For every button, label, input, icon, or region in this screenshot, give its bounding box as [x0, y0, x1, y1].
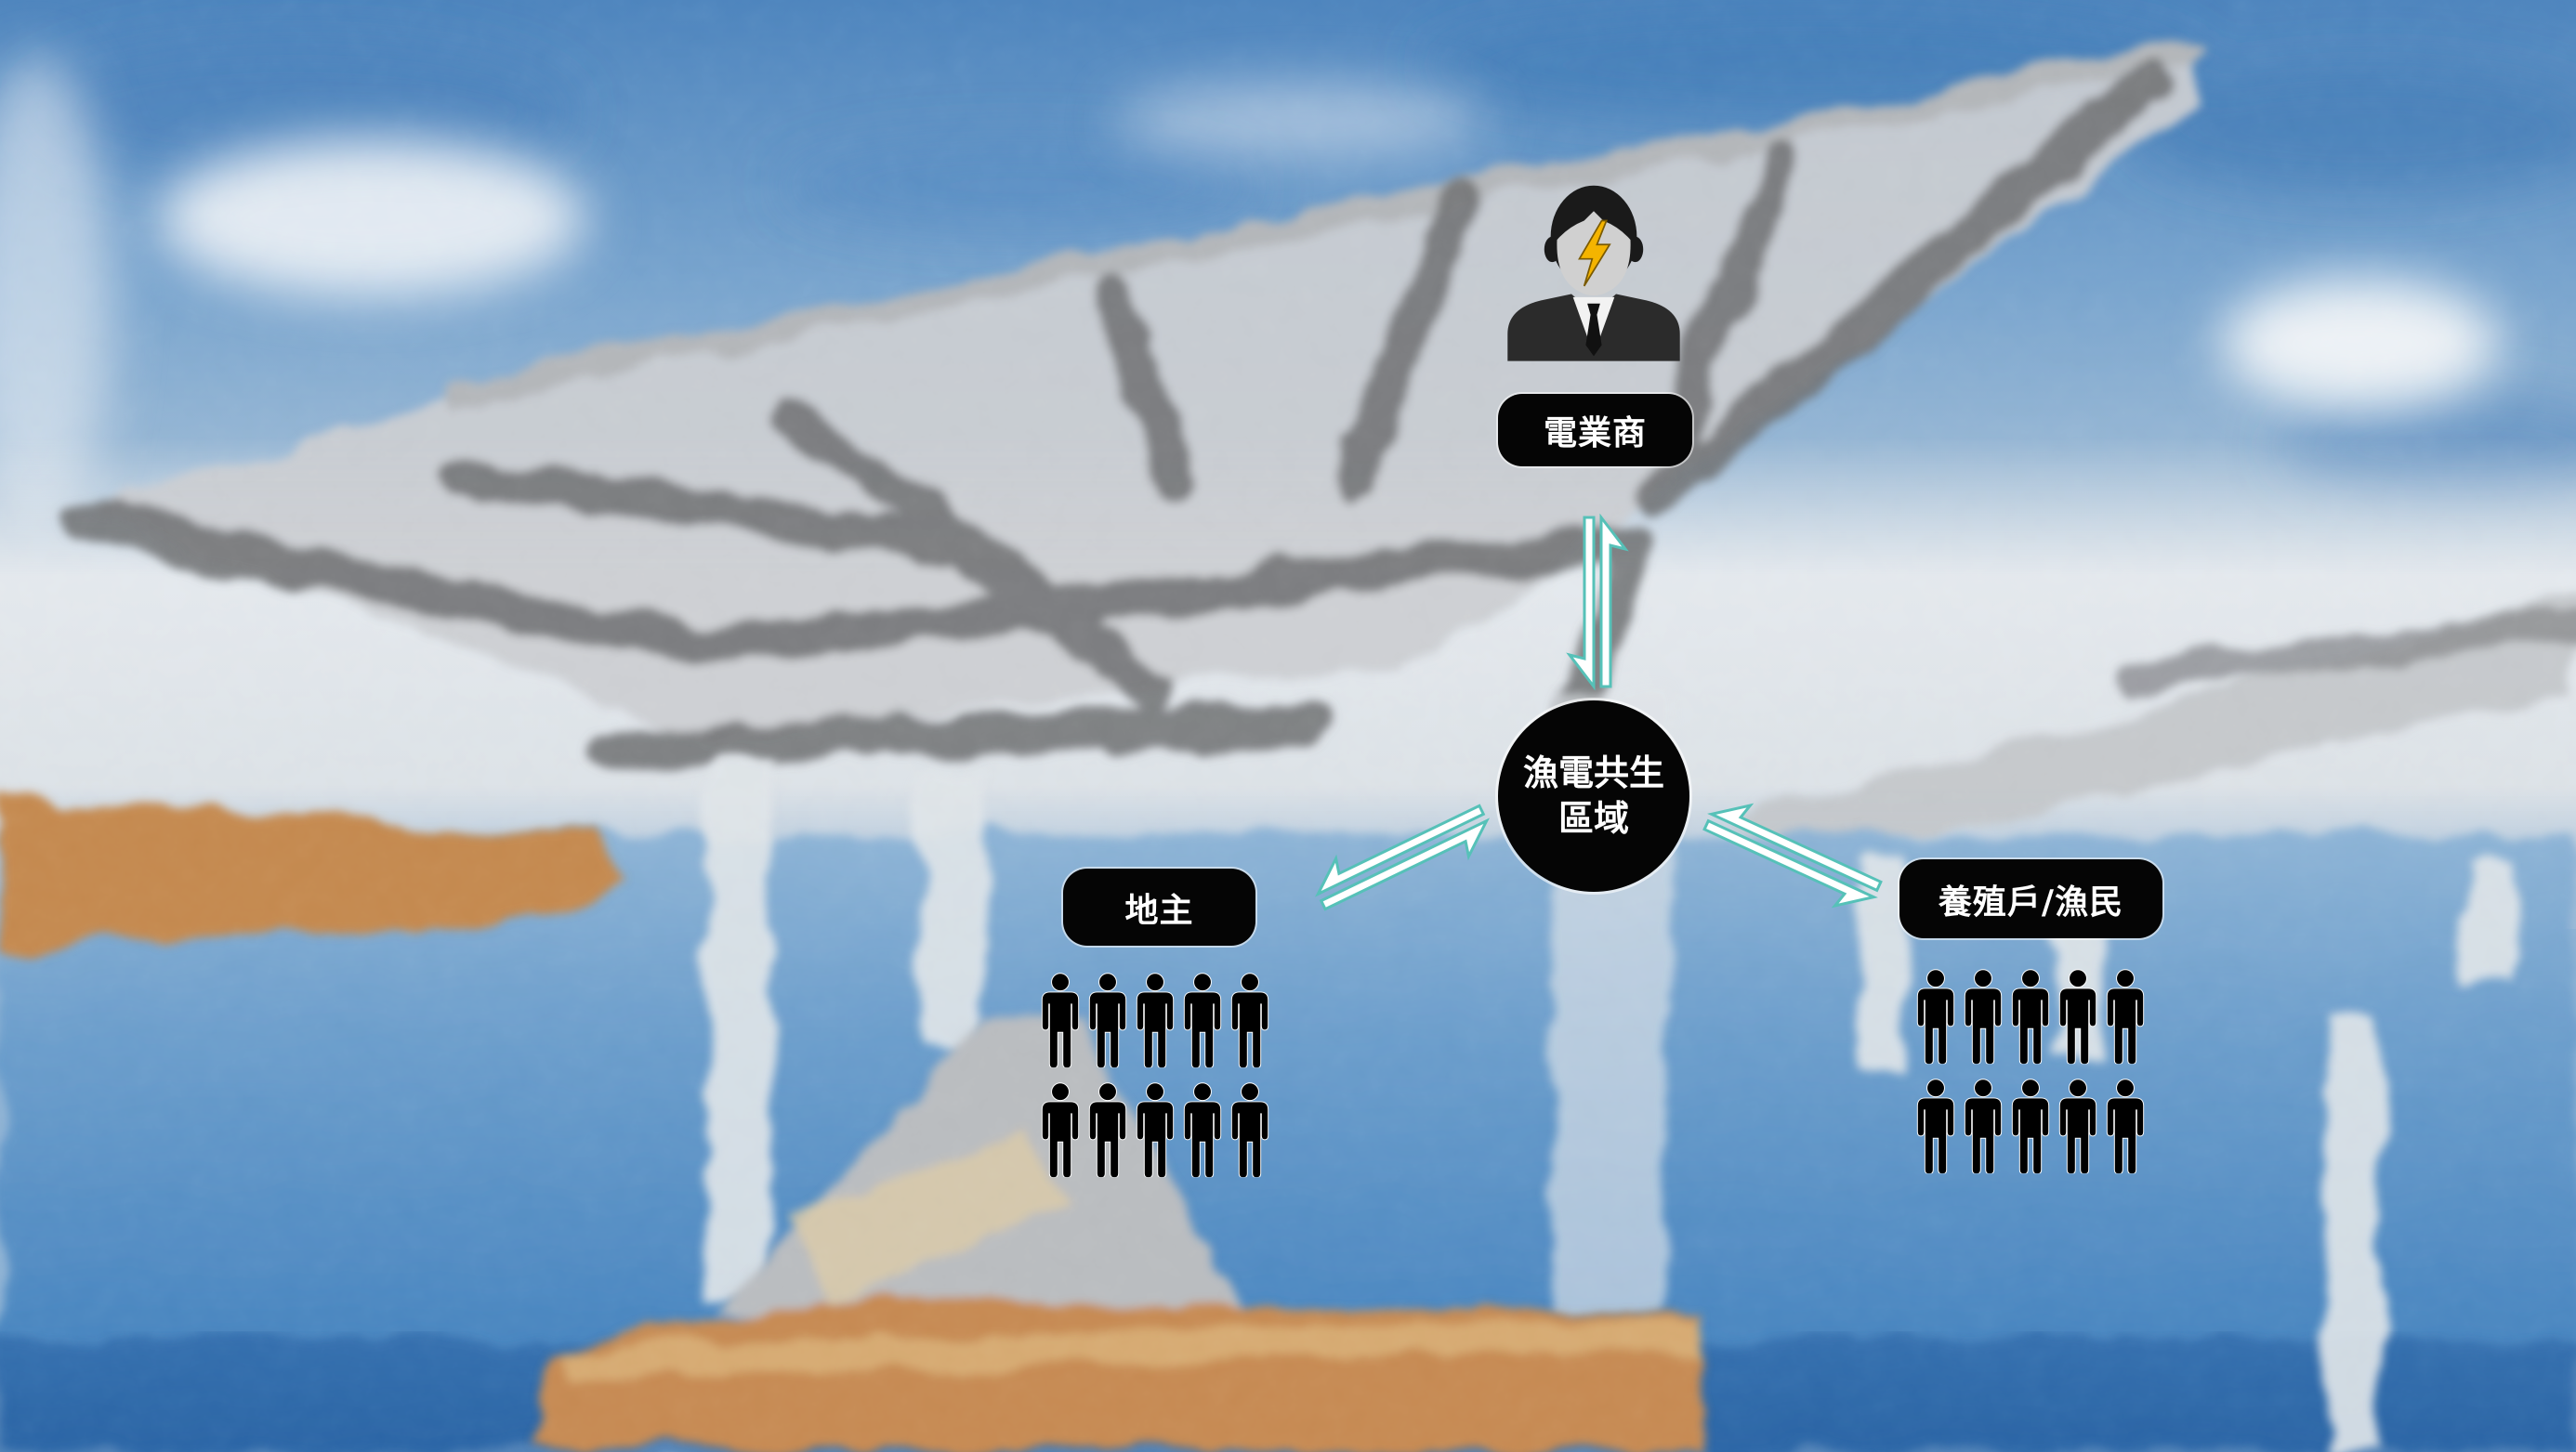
person-icon — [1228, 1081, 1272, 1178]
person-icon — [1133, 972, 1177, 1068]
person-icon — [1038, 1081, 1083, 1178]
person-icon — [1913, 968, 1958, 1065]
fish-farmer-label: 養殖戶/漁民 — [1899, 859, 2162, 938]
businessman-lightning-icon — [1507, 185, 1680, 361]
diagram-stage: 電業商 漁電共生 區域 地主 養殖戶/漁民 — [0, 0, 2576, 1452]
fish-farmer-people-group — [1913, 968, 2148, 1174]
person-icon — [2008, 968, 2053, 1065]
hub-label-line-1: 漁電共生 — [1522, 752, 1664, 793]
person-icon — [1038, 972, 1083, 1068]
background-painting — [0, 0, 2576, 1452]
person-icon — [1913, 1078, 1958, 1174]
person-icon — [1180, 1081, 1225, 1178]
landowner-people-group — [1038, 972, 1272, 1178]
person-icon — [2103, 1078, 2148, 1174]
person-icon — [1961, 968, 2005, 1065]
person-icon — [2008, 1078, 2053, 1174]
hub-label-line-2: 區域 — [1557, 798, 1629, 839]
person-icon — [2056, 1078, 2100, 1174]
person-icon — [1961, 1078, 2005, 1174]
person-icon — [2103, 968, 2148, 1065]
person-icon — [1085, 972, 1130, 1068]
person-icon — [1133, 1081, 1177, 1178]
person-icon — [1228, 972, 1272, 1068]
person-icon — [2056, 968, 2100, 1065]
person-icon — [1085, 1081, 1130, 1178]
utility-label: 電業商 — [1498, 394, 1692, 466]
fishery-solar-zone-node: 漁電共生 區域 — [1498, 700, 1689, 892]
landowner-label: 地主 — [1063, 869, 1255, 946]
paper-texture — [0, 0, 2576, 1452]
person-icon — [1180, 972, 1225, 1068]
